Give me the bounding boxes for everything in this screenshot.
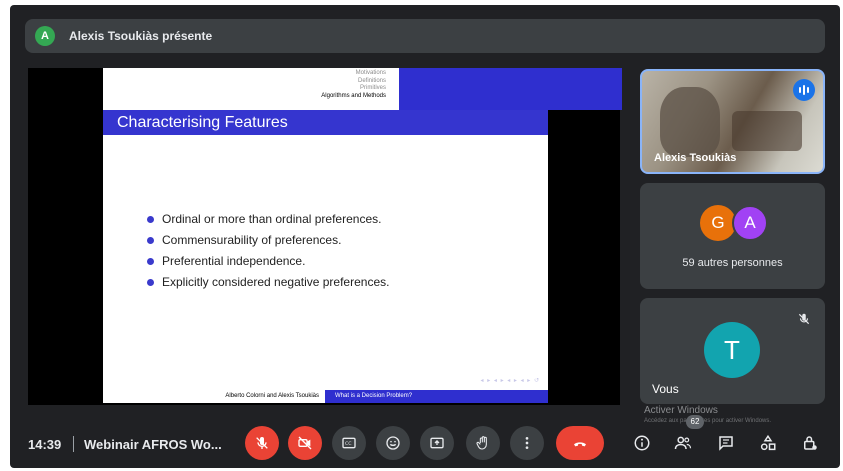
slide-nav-item: Definitions (357, 77, 386, 84)
meeting-name: Webinair AFROS Wo... (84, 437, 222, 452)
slide-nav-item: Primitives (359, 85, 386, 91)
slide-nav-bar (399, 68, 622, 110)
emoji-button[interactable] (376, 426, 410, 460)
bullet-text: Commensurability of preferences. (162, 233, 342, 247)
bullet-text: Preferential independence. (162, 254, 306, 268)
slide-title: Characterising Features (103, 110, 548, 135)
slide-bullet: Preferential independence. (147, 251, 389, 272)
self-label: Vous (652, 382, 679, 396)
presenter-avatar: A (35, 26, 55, 46)
end-call-button[interactable] (556, 426, 604, 460)
slide-nav-item: Motivations (355, 70, 386, 76)
mic-off-icon (256, 437, 268, 449)
more-options-button[interactable] (510, 426, 544, 460)
bullet-text: Explicitly considered negative preferenc… (162, 275, 390, 289)
slide-bullet: Commensurability of preferences. (147, 230, 389, 251)
present-button[interactable] (420, 426, 454, 460)
slide-footer-title: What is a Decision Problem? (325, 390, 548, 403)
slide-nav: Motivations Definitions Primitives Algor… (193, 70, 386, 100)
slide-header: Motivations Definitions Primitives Algor… (103, 68, 622, 110)
host-controls-icon (804, 436, 817, 450)
info-icon (634, 435, 650, 451)
video-feed-bg (732, 111, 802, 151)
slide-body: Ordinal or more than ordinal preferences… (103, 135, 548, 390)
people-icon (674, 436, 692, 450)
windows-activation-title: Activer Windows (644, 405, 718, 416)
people-button[interactable] (669, 429, 697, 457)
emoji-icon (386, 436, 400, 450)
avatar-a: A (732, 205, 768, 241)
meet-window: A Alexis Tsoukiàs présente Motivations D… (10, 5, 840, 468)
speaker-tile[interactable]: Alexis Tsoukiàs (640, 69, 825, 174)
mic-muted-icon (798, 313, 810, 325)
captions-button[interactable]: CC (332, 426, 366, 460)
host-controls-button[interactable] (796, 429, 824, 457)
chat-button[interactable] (712, 429, 740, 457)
activities-icon (760, 434, 776, 451)
meeting-info-button[interactable] (628, 429, 656, 457)
slide-footer-authors: Alberto Colorni and Alexis Tsoukiàs (103, 390, 325, 403)
control-bar: 14:39 Webinair AFROS Wo... CC (10, 420, 840, 468)
activities-button[interactable] (754, 429, 782, 457)
more-options-icon (525, 437, 529, 449)
shared-screen: Motivations Definitions Primitives Algor… (28, 68, 622, 405)
bullet-dot-icon (147, 237, 154, 244)
raise-hand-icon (476, 436, 487, 450)
bullet-dot-icon (147, 258, 154, 265)
others-count: 59 autres personnes (682, 257, 783, 269)
presenter-label: Alexis Tsoukiàs présente (69, 29, 213, 43)
camera-off-icon (298, 436, 312, 450)
present-icon (430, 437, 444, 449)
participant-count-badge: 62 (686, 415, 704, 429)
slide-bullet: Ordinal or more than ordinal preferences… (147, 209, 389, 230)
others-tile[interactable]: G A 59 autres personnes (640, 183, 825, 289)
presenter-banner: A Alexis Tsoukiàs présente (25, 19, 825, 53)
raise-hand-button[interactable] (466, 426, 500, 460)
svg-text:CC: CC (345, 441, 352, 447)
self-tile[interactable]: T Vous (640, 298, 825, 404)
bullet-dot-icon (147, 279, 154, 286)
bullet-text: Ordinal or more than ordinal preferences… (162, 212, 382, 226)
meeting-time: 14:39 (28, 437, 62, 452)
speaker-name: Alexis Tsoukiàs (654, 152, 737, 164)
slide-bullet-list: Ordinal or more than ordinal preferences… (147, 209, 389, 293)
captions-icon: CC (342, 437, 356, 449)
camera-toggle-button[interactable] (288, 426, 322, 460)
mic-toggle-button[interactable] (245, 426, 279, 460)
separator (73, 436, 74, 452)
slide-bullet: Explicitly considered negative preferenc… (147, 272, 389, 293)
avatar-g: G (700, 205, 736, 241)
slide-nav-item-active: Algorithms and Methods (321, 92, 386, 99)
speaking-indicator-icon (793, 79, 815, 101)
video-feed (660, 87, 720, 157)
chat-icon (719, 436, 733, 451)
bullet-dot-icon (147, 216, 154, 223)
self-avatar: T (704, 322, 760, 378)
end-call-icon (574, 442, 586, 447)
beamer-nav-icons: ◂ ▸ ◂ ▸ ◂ ▸ ◂ ▸ ↺ (480, 378, 540, 384)
